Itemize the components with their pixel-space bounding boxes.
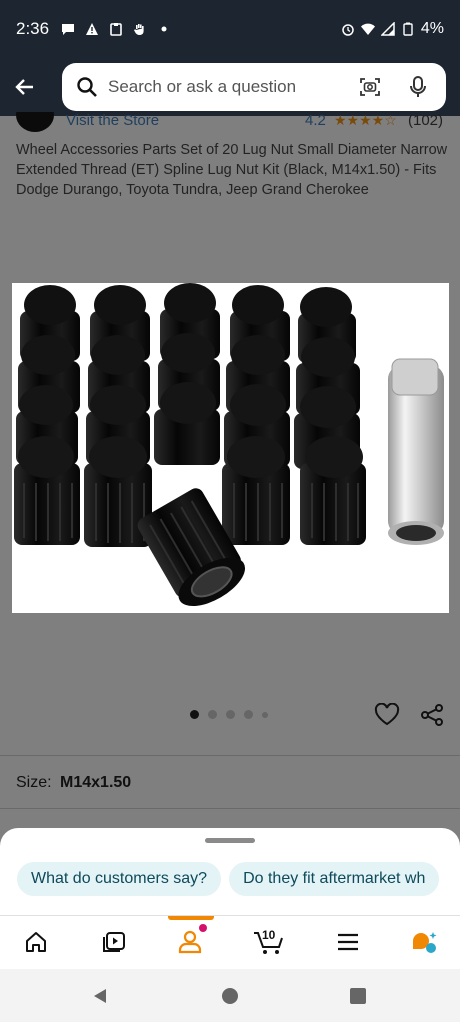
wifi-icon bbox=[360, 23, 375, 35]
visit-store-link[interactable]: Visit the Store bbox=[66, 112, 159, 129]
status-time: 2:36 bbox=[16, 19, 50, 38]
square-recents-icon bbox=[350, 988, 366, 1004]
size-selector[interactable]: Size: M14x1.50 bbox=[16, 774, 131, 792]
search-icon bbox=[77, 77, 97, 97]
cart-count: 10 bbox=[262, 928, 276, 942]
signal-icon bbox=[380, 22, 395, 36]
status-bar: 2:36 4% bbox=[0, 0, 460, 58]
camera-scan-icon bbox=[360, 78, 380, 96]
search-header bbox=[0, 58, 460, 116]
status-left-icons bbox=[61, 22, 171, 36]
status-right: 4% bbox=[341, 20, 444, 38]
tab-account[interactable] bbox=[176, 928, 204, 956]
wishlist-button[interactable] bbox=[374, 702, 400, 727]
tab-menu[interactable] bbox=[334, 928, 362, 956]
tab-rufus[interactable] bbox=[410, 928, 438, 956]
bottom-tab-bar: 10 bbox=[0, 915, 460, 969]
heart-icon bbox=[374, 702, 400, 726]
pager-dot[interactable] bbox=[208, 710, 217, 719]
nav-back-button[interactable] bbox=[90, 986, 110, 1006]
menu-icon bbox=[338, 933, 358, 951]
alarm-icon bbox=[342, 24, 354, 36]
nav-recents-button[interactable] bbox=[348, 986, 368, 1006]
rufus-icon bbox=[413, 932, 437, 953]
divider bbox=[0, 755, 460, 756]
rating-value[interactable]: 4.2 bbox=[305, 112, 326, 129]
circle-home-icon bbox=[222, 988, 238, 1004]
share-button[interactable] bbox=[420, 703, 444, 727]
sheet-grabber[interactable] bbox=[205, 838, 255, 843]
warning-icon bbox=[86, 23, 99, 35]
size-value: M14x1.50 bbox=[60, 774, 132, 791]
dot-icon bbox=[161, 26, 167, 32]
back-button[interactable] bbox=[12, 74, 38, 100]
battery-percent: 4% bbox=[420, 20, 444, 37]
store-logo[interactable] bbox=[16, 112, 54, 132]
camera-search-button[interactable] bbox=[356, 73, 384, 101]
lug-key-tool bbox=[388, 358, 444, 545]
home-icon bbox=[26, 932, 46, 952]
pager-dot-active[interactable] bbox=[190, 710, 199, 719]
voice-search-button[interactable] bbox=[404, 73, 432, 101]
size-label: Size: bbox=[16, 774, 52, 791]
triangle-back-icon bbox=[94, 989, 106, 1003]
search-input[interactable] bbox=[108, 77, 356, 97]
tab-home[interactable] bbox=[22, 928, 50, 956]
image-pager bbox=[190, 710, 268, 719]
lug-nut-set-image bbox=[14, 283, 444, 607]
microphone-icon bbox=[410, 76, 426, 97]
search-box[interactable] bbox=[62, 63, 446, 111]
battery-icon bbox=[403, 22, 413, 36]
system-nav-bar bbox=[0, 969, 460, 1022]
pager-dot[interactable] bbox=[262, 711, 268, 718]
lug-nuts-group bbox=[14, 283, 366, 607]
notification-dot bbox=[199, 924, 207, 932]
divider bbox=[0, 808, 460, 809]
store-row: Visit the Store 4.2 ★★★★☆ (102) bbox=[0, 112, 460, 132]
pager-dot[interactable] bbox=[226, 710, 235, 719]
suggestion-chips: What do customers say? Do they fit after… bbox=[17, 862, 440, 896]
product-title: Wheel Accessories Parts Set of 20 Lug Nu… bbox=[16, 142, 448, 198]
account-icon bbox=[178, 930, 202, 954]
pager-dot[interactable] bbox=[244, 710, 253, 719]
review-count[interactable]: (102) bbox=[408, 112, 443, 129]
share-icon bbox=[421, 704, 443, 726]
nav-home-button[interactable] bbox=[220, 986, 240, 1006]
tab-video[interactable] bbox=[100, 928, 128, 956]
star-rating-icon[interactable]: ★★★★☆ bbox=[334, 112, 397, 129]
back-arrow-icon bbox=[15, 79, 33, 95]
chat-bubble-icon bbox=[62, 24, 75, 35]
suggestion-chip[interactable]: What do customers say? bbox=[17, 862, 222, 896]
active-tab-indicator bbox=[168, 916, 214, 920]
suggestion-chip[interactable]: Do they fit aftermarket wh bbox=[229, 862, 440, 896]
video-icon bbox=[103, 932, 125, 952]
product-image[interactable] bbox=[12, 283, 449, 613]
clipboard-icon bbox=[110, 23, 122, 36]
hand-icon bbox=[134, 24, 144, 35]
